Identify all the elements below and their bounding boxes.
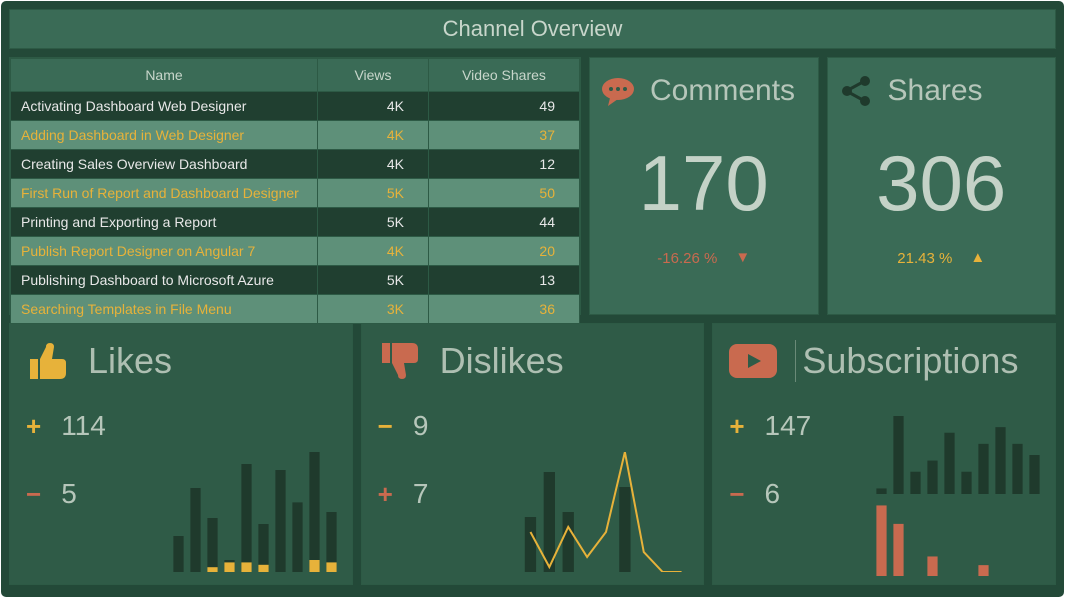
cell-name: First Run of Report and Dashboard Design…	[11, 179, 318, 208]
cell-shares: 50	[429, 179, 580, 208]
subs-plus: 147	[765, 410, 812, 442]
cell-name: Creating Sales Overview Dashboard	[11, 150, 318, 179]
table-row[interactable]: Publishing Dashboard to Microsoft Azure5…	[11, 266, 580, 295]
col-name[interactable]: Name	[11, 59, 318, 92]
dislikes-chart	[521, 452, 691, 572]
likes-chart	[170, 452, 340, 572]
subscriptions-title: Subscriptions	[795, 340, 1018, 382]
shares-card[interactable]: Shares 306 21.43 %▲	[827, 57, 1057, 315]
cell-shares: 13	[429, 266, 580, 295]
cell-shares: 49	[429, 92, 580, 121]
comments-card[interactable]: Comments 170 -16.26 %▼	[589, 57, 819, 315]
table-header-row: Name Views Video Shares	[11, 59, 580, 92]
cell-views: 5K	[318, 179, 429, 208]
table-row[interactable]: Adding Dashboard in Web Designer4K37	[11, 121, 580, 150]
thumbs-down-icon	[378, 339, 422, 383]
shares-title: Shares	[888, 74, 983, 108]
cell-name: Activating Dashboard Web Designer	[11, 92, 318, 121]
cell-views: 4K	[318, 92, 429, 121]
arrow-down-icon: ▼	[735, 249, 750, 266]
comments-icon	[600, 73, 636, 109]
cell-views: 4K	[318, 150, 429, 179]
dislikes-card[interactable]: Dislikes −9 +7	[361, 323, 705, 585]
col-views[interactable]: Views	[318, 59, 429, 92]
cell-shares: 44	[429, 208, 580, 237]
cell-name: Publishing Dashboard to Microsoft Azure	[11, 266, 318, 295]
table-row[interactable]: Printing and Exporting a Report5K44	[11, 208, 580, 237]
cell-views: 5K	[318, 208, 429, 237]
page-title: Channel Overview	[9, 9, 1056, 49]
cell-shares: 36	[429, 295, 580, 324]
comments-value: 170	[600, 144, 808, 222]
dislikes-removed: 9	[413, 410, 429, 442]
table-row[interactable]: First Run of Report and Dashboard Design…	[11, 179, 580, 208]
comments-title: Comments	[650, 74, 795, 108]
likes-plus: 114	[61, 410, 106, 442]
plus-icon: +	[378, 479, 393, 510]
cell-shares: 12	[429, 150, 580, 179]
cell-name: Publish Report Designer on Angular 7	[11, 237, 318, 266]
shares-trend: 21.43 %▲	[838, 250, 1046, 267]
minus-icon: −	[26, 479, 41, 510]
dislikes-title: Dislikes	[440, 340, 564, 382]
cell-views: 4K	[318, 121, 429, 150]
dashboard-root: Channel Overview Name Views Video Shares…	[0, 0, 1065, 598]
likes-card[interactable]: Likes +114 −5	[9, 323, 353, 585]
plus-icon: +	[729, 411, 744, 442]
arrow-up-icon: ▲	[970, 249, 985, 266]
col-shares[interactable]: Video Shares	[429, 59, 580, 92]
comments-trend: -16.26 %▼	[600, 250, 808, 267]
minus-icon: −	[378, 411, 393, 442]
plus-icon: +	[26, 411, 41, 442]
cell-name: Searching Templates in File Menu	[11, 295, 318, 324]
subscriptions-chart	[873, 416, 1043, 576]
share-icon	[838, 73, 874, 109]
cell-views: 4K	[318, 237, 429, 266]
subscriptions-card[interactable]: Subscriptions +147 −6	[712, 323, 1056, 585]
cell-name: Adding Dashboard in Web Designer	[11, 121, 318, 150]
cell-shares: 20	[429, 237, 580, 266]
table-row[interactable]: Creating Sales Overview Dashboard4K12	[11, 150, 580, 179]
dislikes-added: 7	[413, 478, 429, 510]
likes-title: Likes	[88, 340, 172, 382]
cell-views: 5K	[318, 266, 429, 295]
videos-table: Name Views Video Shares Activating Dashb…	[10, 58, 580, 324]
cell-name: Printing and Exporting a Report	[11, 208, 318, 237]
cell-views: 3K	[318, 295, 429, 324]
subs-minus: 6	[765, 478, 781, 510]
videos-table-panel: Name Views Video Shares Activating Dashb…	[9, 57, 581, 315]
cell-shares: 37	[429, 121, 580, 150]
table-row[interactable]: Searching Templates in File Menu3K36	[11, 295, 580, 324]
shares-value: 306	[838, 144, 1046, 222]
table-row[interactable]: Publish Report Designer on Angular 74K20	[11, 237, 580, 266]
table-row[interactable]: Activating Dashboard Web Designer4K49	[11, 92, 580, 121]
thumbs-up-icon	[26, 339, 70, 383]
youtube-icon	[729, 344, 777, 378]
likes-minus: 5	[61, 478, 77, 510]
minus-icon: −	[729, 479, 744, 510]
